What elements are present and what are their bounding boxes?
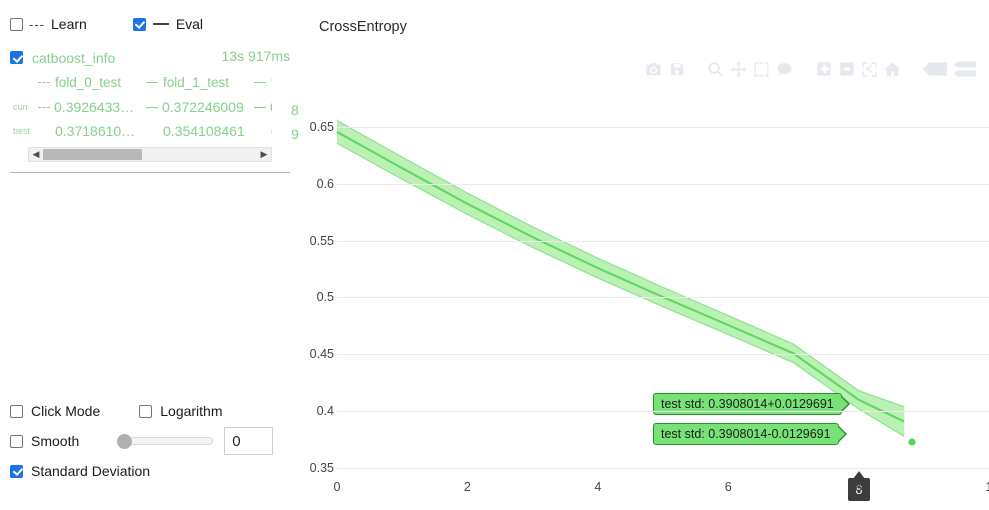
fold-0-dashed-line-icon	[38, 82, 50, 83]
click-mode-checkbox[interactable]	[10, 404, 23, 418]
tooltip-std-lower: test std: 0.3908014-0.0129691	[653, 423, 839, 445]
curr-fold-2-solid-line-icon	[254, 106, 266, 108]
y-gridline	[337, 126, 989, 128]
best-value-2-text: 0	[271, 123, 272, 139]
curr-value-1-text: 0.372246009	[162, 99, 244, 115]
click-mode-option[interactable]: Click Mode	[10, 403, 100, 419]
scroll-right-arrow-icon[interactable]: ▶	[257, 149, 271, 160]
smooth-slider[interactable]	[117, 433, 214, 449]
smooth-slider-thumb[interactable]	[117, 433, 133, 449]
fold-header-0-label: fold_0_test	[55, 75, 122, 90]
smooth-label: Smooth	[31, 433, 80, 449]
options-group: Click Mode Logarithm Smooth 0 Standard D…	[10, 396, 295, 486]
learn-checkbox[interactable]	[10, 17, 23, 31]
tooltip-std-upper-text: test std: 0.3908014+0.0129691	[661, 397, 834, 411]
y-axis-tick-label: 0.6	[316, 176, 334, 191]
fold-header-2: f	[254, 75, 272, 90]
standard-deviation-label: Standard Deviation	[31, 463, 151, 479]
x-axis-tick-label: 6	[724, 480, 732, 494]
chart-area: CrossEntropy test std: 0.3908014+0.01296…	[300, 0, 989, 510]
curr-value-1: 0.372246009	[146, 99, 254, 115]
options-row-3: Standard Deviation	[10, 456, 295, 486]
logarithm-checkbox[interactable]	[139, 404, 153, 418]
best-value-1-text: 0.354108461	[163, 123, 245, 139]
curr-row-tag: curr	[13, 102, 29, 112]
plot-series-svg	[336, 120, 905, 437]
logarithm-label: Logarithm	[160, 403, 223, 419]
click-mode-label: Click Mode	[31, 403, 101, 419]
x-axis-tick-label: 1	[986, 480, 989, 494]
curr-value-2-text: 0	[270, 99, 272, 115]
best-value-1: 0.354108461	[146, 123, 254, 139]
plot-canvas[interactable]: test std: 0.3908014+0.0129691 test std: …	[300, 0, 989, 510]
curr-overflow-digit: 8	[291, 102, 299, 118]
control-panel: --- Learn Eval catboost_info 13s 917ms f…	[0, 0, 300, 510]
x-axis-tick-label: 4	[594, 480, 602, 494]
fold-header-2-label: f	[271, 75, 272, 90]
y-axis-tick-label: 0.45	[309, 347, 334, 362]
y-gridline	[337, 411, 989, 413]
x-axis-tick-label: 0	[333, 480, 341, 494]
y-gridline	[337, 240, 989, 242]
x-axis-tick-label: 2	[463, 480, 471, 494]
y-axis-tick-label: 0.4	[316, 404, 334, 419]
fold-header-row: fold_0_test fold_1_test f	[10, 70, 272, 95]
tooltip-std-lower-text: test std: 0.3908014-0.0129691	[661, 427, 831, 441]
fold-header-1-label: fold_1_test	[163, 75, 230, 90]
best-value-2: 0	[254, 123, 272, 139]
options-row-2: Smooth 0	[10, 426, 295, 456]
y-gridline	[337, 297, 989, 299]
run-table-horizontal-scrollbar[interactable]: ◀ ▶	[28, 147, 272, 162]
run-header-row[interactable]: catboost_info 13s 917ms	[10, 45, 290, 70]
curr-value-0: 0.3926433…	[38, 99, 146, 115]
y-gridline	[337, 468, 989, 469]
eval-checkbox[interactable]	[132, 17, 146, 31]
table-row: best 0.3718610… 0.354108461 0	[10, 119, 272, 143]
standard-deviation-checkbox[interactable]	[10, 464, 23, 478]
scrollbar-track[interactable]	[43, 149, 257, 160]
learn-label: Learn	[51, 16, 87, 32]
learn-dashed-line-icon: ---	[29, 16, 45, 32]
logarithm-option[interactable]: Logarithm	[139, 403, 223, 419]
x-axis-tick-label: 8	[855, 480, 863, 494]
eval-solid-line-icon	[152, 23, 169, 25]
y-axis-tick-label: 0.65	[309, 119, 334, 134]
run-name-label: catboost_info	[32, 49, 116, 66]
best-value-0: 0.3718610…	[38, 123, 146, 139]
standard-deviation-option[interactable]: Standard Deviation	[10, 463, 150, 479]
run-elapsed-time: 13s 917ms	[221, 48, 290, 64]
fold-header-0: fold_0_test	[38, 75, 146, 90]
scrollbar-thumb[interactable]	[43, 149, 142, 160]
fold-1-solid-line-icon	[146, 82, 158, 83]
run-table: catboost_info 13s 917ms fold_0_test fold…	[10, 45, 299, 143]
y-axis-tick-label: 0.55	[309, 233, 334, 248]
best-row-tag: best	[13, 126, 31, 136]
series-toggle-group: --- Learn Eval	[10, 16, 203, 32]
curr-fold-1-solid-line-icon	[146, 106, 158, 108]
panel-divider	[10, 172, 290, 173]
smooth-checkbox[interactable]	[10, 434, 23, 448]
best-value-0-text: 0.3718610…	[55, 123, 136, 139]
y-axis-tick-label: 0.35	[309, 461, 334, 475]
table-row: curr 0.3926433… 0.372246009 0	[10, 95, 272, 119]
fold-2-solid-line-icon	[254, 82, 266, 83]
run-checkbox[interactable]	[10, 51, 23, 64]
run-table-scroll-viewport: fold_0_test fold_1_test f curr 0.3926433…	[10, 70, 272, 143]
curr-value-0-text: 0.3926433…	[54, 99, 135, 115]
fold-header-1: fold_1_test	[146, 75, 254, 90]
curr-fold-0-dashed-line-icon	[38, 106, 50, 108]
eval-label: Eval	[175, 16, 204, 32]
smooth-value-input[interactable]: 0	[224, 427, 274, 455]
y-gridline	[337, 183, 989, 185]
y-gridline	[337, 354, 989, 356]
scroll-left-arrow-icon[interactable]: ◀	[29, 149, 43, 160]
y-axis-tick-label: 0.5	[316, 290, 334, 305]
smooth-option[interactable]: Smooth	[10, 433, 79, 449]
hover-data-point	[908, 438, 916, 446]
curr-value-2: 0	[254, 99, 272, 115]
options-row-1: Click Mode Logarithm	[10, 396, 295, 426]
